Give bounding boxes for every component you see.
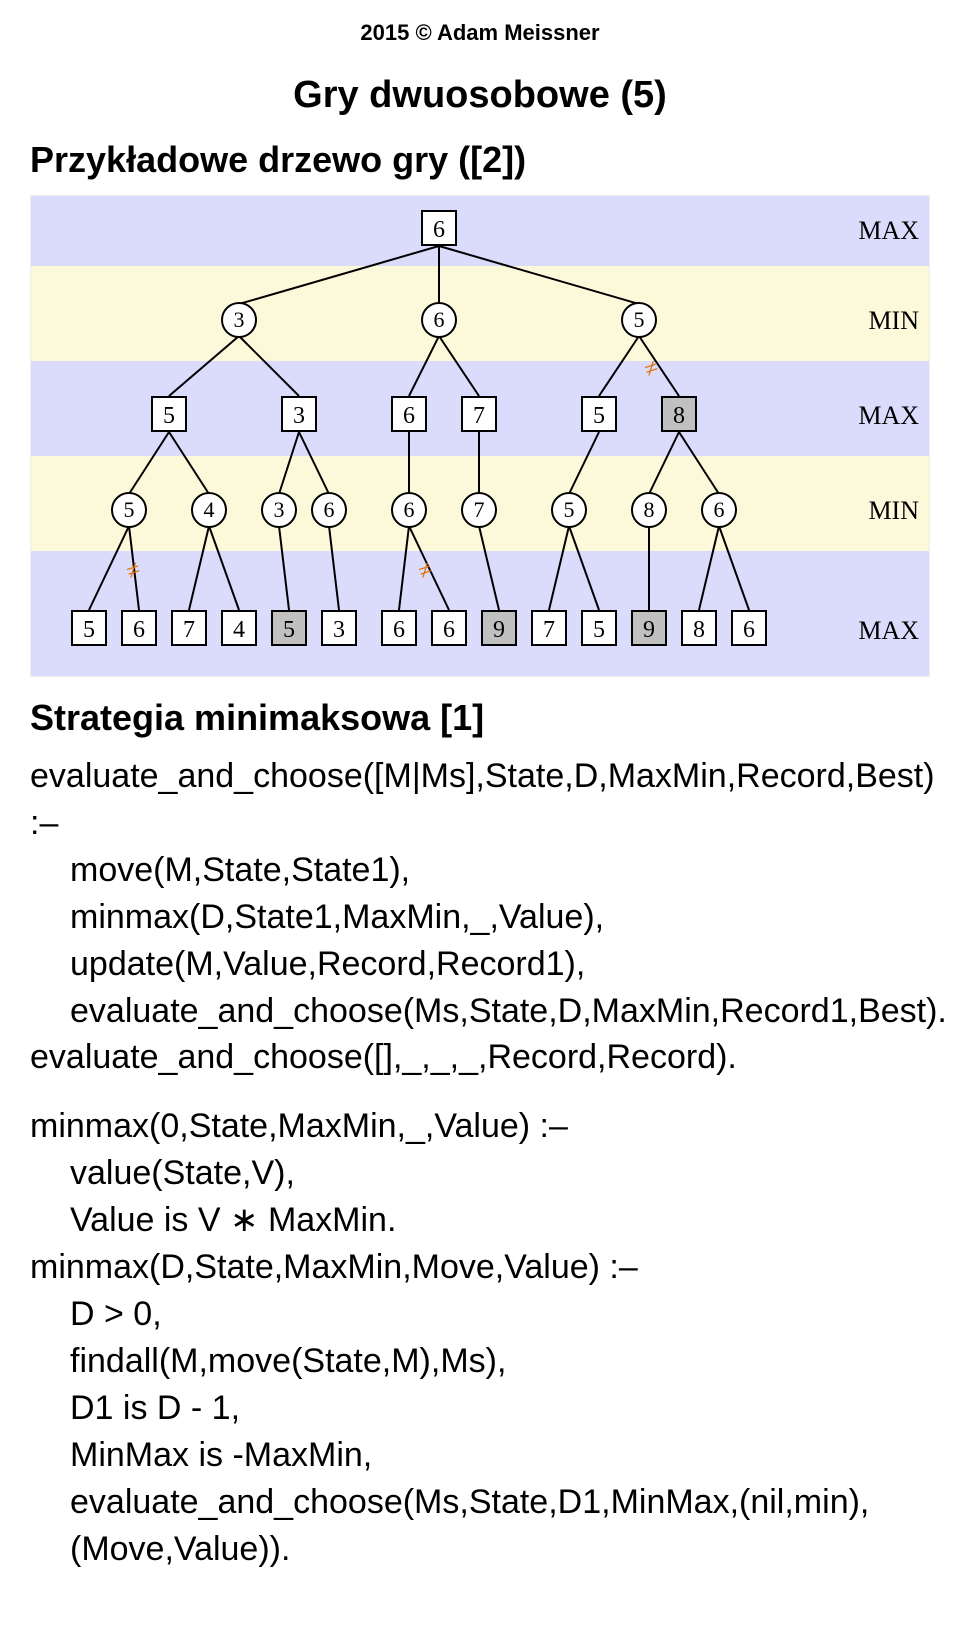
- code-line: findall(M,move(State,M),Ms),: [30, 1338, 930, 1385]
- tree-node: 5: [271, 610, 307, 646]
- subtitle: Przykładowe drzewo gry ([2]): [30, 139, 930, 181]
- tree-node: 6: [431, 610, 467, 646]
- code-rule-1: evaluate_and_choose([M|Ms],State,D,MaxMi…: [30, 753, 930, 1081]
- tree-node: 7: [461, 492, 497, 528]
- tree-node: 3: [261, 492, 297, 528]
- tree-node: 7: [531, 610, 567, 646]
- game-tree-diagram: MAX MIN MAX MIN MAX: [30, 195, 930, 677]
- tree-node: 6: [421, 302, 457, 338]
- code-line: D > 0,: [30, 1291, 930, 1338]
- tree-node: 5: [551, 492, 587, 528]
- tree-node: 6: [381, 610, 417, 646]
- code-line: minmax(D,State,MaxMin,Move,Value) :–: [30, 1248, 638, 1286]
- tree-node: 9: [481, 610, 517, 646]
- section-title: Strategia minimaksowa [1]: [30, 697, 930, 739]
- code-line: MinMax is -MaxMin,: [30, 1432, 930, 1479]
- tree-node: 4: [221, 610, 257, 646]
- code-line: Value is V ∗ MaxMin.: [30, 1197, 930, 1244]
- tree-node: 5: [71, 610, 107, 646]
- tree-node: 3: [281, 396, 317, 432]
- code-line: D1 is D - 1,: [30, 1385, 930, 1432]
- tree-node: 7: [461, 396, 497, 432]
- code-line: minmax(0,State,MaxMin,_,Value) :–: [30, 1107, 568, 1145]
- copyright: 2015 © Adam Meissner: [30, 20, 930, 46]
- code-line: move(M,State,State1),: [30, 847, 930, 894]
- tree-node: 6: [701, 492, 737, 528]
- code-line: update(M,Value,Record,Record1),: [30, 941, 930, 988]
- code-line: evaluate_and_choose([],_,_,_,Record,Reco…: [30, 1038, 737, 1076]
- page-title: Gry dwuosobowe (5): [30, 74, 930, 117]
- code-line: evaluate_and_choose(Ms,State,D1,MinMax,(…: [30, 1479, 930, 1573]
- tree-node: 6: [121, 610, 157, 646]
- tree-node: 4: [191, 492, 227, 528]
- code-line: evaluate_and_choose([M|Ms],State,D,MaxMi…: [30, 757, 935, 842]
- tree-node: 6: [391, 492, 427, 528]
- tree-node: 8: [631, 492, 667, 528]
- tree-node: 5: [111, 492, 147, 528]
- tree-node: 9: [631, 610, 667, 646]
- tree-node: 5: [581, 610, 617, 646]
- tree-node: 6: [311, 492, 347, 528]
- tree-node: 5: [151, 396, 187, 432]
- tree-node: 6: [731, 610, 767, 646]
- tree-node: 7: [171, 610, 207, 646]
- tree-node: 3: [321, 610, 357, 646]
- tree-node: 3: [221, 302, 257, 338]
- tree-edges: [31, 196, 930, 676]
- tree-node: 6: [391, 396, 427, 432]
- code-rule-2: minmax(0,State,MaxMin,_,Value) :– value(…: [30, 1103, 930, 1572]
- tree-node: 5: [621, 302, 657, 338]
- tree-node: 8: [681, 610, 717, 646]
- tree-node: 6: [421, 210, 457, 246]
- code-line: evaluate_and_choose(Ms,State,D,MaxMin,Re…: [30, 988, 930, 1035]
- tree-node: 8: [661, 396, 697, 432]
- code-line: minmax(D,State1,MaxMin,_,Value),: [30, 894, 930, 941]
- code-line: value(State,V),: [30, 1150, 930, 1197]
- tree-node: 5: [581, 396, 617, 432]
